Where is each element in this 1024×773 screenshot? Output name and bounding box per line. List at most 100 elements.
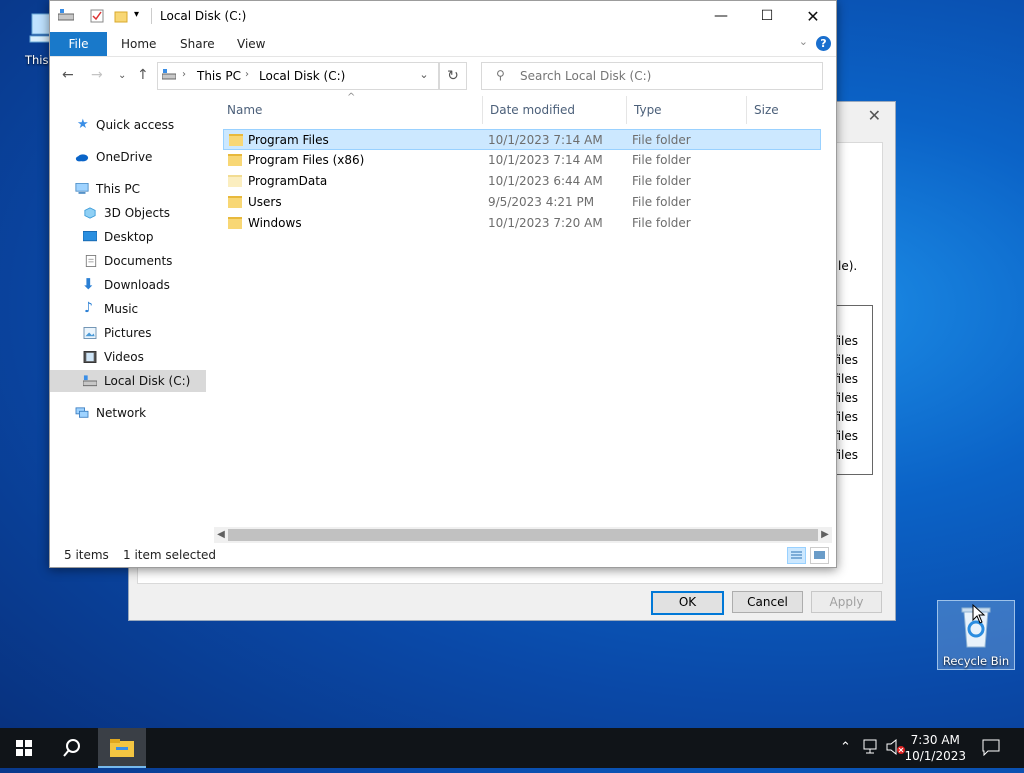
up-arrow-icon[interactable]: ↑	[137, 67, 149, 83]
network-tray-icon[interactable]	[862, 739, 880, 759]
minimize-icon[interactable]: —	[698, 1, 744, 32]
nav-item-music[interactable]: ♪ Music	[50, 298, 206, 320]
search-icon: ⚲	[496, 68, 505, 82]
title-divider	[151, 8, 152, 24]
nav-item-this-pc[interactable]: This PC	[50, 178, 206, 200]
properties-icon[interactable]	[90, 9, 104, 26]
list-item: files	[833, 372, 858, 386]
search-box[interactable]: ⚲	[481, 62, 823, 90]
column-header-type[interactable]: Type	[627, 96, 747, 124]
chevron-up-icon[interactable]: ⌃	[840, 740, 851, 755]
column-header-name[interactable]: Name	[220, 96, 483, 124]
nav-label: Documents	[104, 254, 173, 268]
chevron-right-icon[interactable]: ›	[182, 69, 186, 80]
close-icon[interactable]: ✕	[868, 106, 881, 125]
cloud-icon	[75, 154, 89, 162]
cancel-button[interactable]: Cancel	[732, 591, 803, 613]
forward-arrow-icon[interactable]: →	[91, 67, 103, 83]
column-header-size[interactable]: Size	[747, 96, 827, 124]
search-input[interactable]	[518, 66, 812, 86]
list-item: files	[833, 410, 858, 424]
window-title: Local Disk (C:)	[160, 9, 247, 23]
recent-locations-icon[interactable]: ⌄	[118, 70, 126, 81]
tab-view[interactable]: View	[237, 32, 265, 56]
clock-date: 10/1/2023	[904, 749, 966, 763]
file-name: Program Files (x86)	[248, 153, 365, 167]
ribbon-tabs: File Home Share View ⌄ ?	[50, 32, 836, 57]
file-date: 10/1/2023 6:44 AM	[488, 174, 603, 188]
file-type: File folder	[632, 195, 691, 209]
scroll-right-icon[interactable]: ▶	[818, 527, 832, 543]
nav-label: Quick access	[96, 118, 175, 132]
help-icon[interactable]: ?	[816, 36, 831, 51]
film-icon	[83, 351, 97, 363]
desktop-icon	[83, 231, 97, 242]
computer-icon	[75, 183, 89, 194]
tab-file[interactable]: File	[50, 32, 107, 56]
file-row[interactable]: ProgramData 10/1/2023 6:44 AM File folde…	[223, 171, 821, 192]
star-icon: ★	[77, 117, 89, 132]
file-date: 9/5/2023 4:21 PM	[488, 195, 595, 209]
nav-item-videos[interactable]: Videos	[50, 346, 206, 368]
apply-button[interactable]: Apply	[811, 591, 882, 613]
close-icon[interactable]: ✕	[790, 1, 836, 32]
nav-item-downloads[interactable]: ⬇ Downloads	[50, 274, 206, 296]
list-item: files	[833, 391, 858, 405]
horizontal-scrollbar[interactable]: ◀ ▶	[214, 527, 832, 543]
taskbar: ⌃ 7:30 AM 10/1/2023	[0, 728, 1024, 768]
file-row[interactable]: Program Files 10/1/2023 7:14 AM File fol…	[223, 129, 821, 150]
file-name: ProgramData	[248, 174, 328, 188]
file-row[interactable]: Program Files (x86) 10/1/2023 7:14 AM Fi…	[223, 150, 821, 171]
ok-button[interactable]: OK	[651, 591, 724, 615]
refresh-icon[interactable]: ↻	[439, 62, 467, 90]
chevron-right-icon[interactable]: ›	[245, 69, 249, 80]
title-bar[interactable]: ▾ Local Disk (C:) — ☐ ✕	[50, 1, 836, 32]
address-dropdown-icon[interactable]: ⌄	[412, 62, 436, 88]
list-item: files	[833, 334, 858, 348]
network-icon	[75, 407, 89, 418]
status-bar: 5 items 1 item selected	[50, 545, 836, 566]
nav-label: 3D Objects	[104, 206, 171, 220]
document-icon	[85, 255, 97, 267]
notification-center-icon[interactable]	[982, 738, 1000, 760]
windows-logo-icon	[16, 740, 32, 756]
column-header-date-modified[interactable]: Date modified	[483, 96, 627, 124]
new-folder-icon[interactable]	[114, 9, 128, 26]
nav-item-quick-access[interactable]: ★ Quick access	[50, 114, 206, 136]
breadcrumb-local-disk[interactable]: Local Disk (C:)	[259, 69, 345, 83]
address-bar[interactable]: › This PC › Local Disk (C:)	[157, 62, 439, 90]
maximize-icon[interactable]: ☐	[744, 1, 790, 32]
tab-share[interactable]: Share	[180, 32, 215, 56]
scrollbar-thumb[interactable]	[228, 529, 818, 541]
file-type: File folder	[632, 153, 691, 167]
back-arrow-icon[interactable]: ←	[62, 67, 74, 83]
nav-item-documents[interactable]: Documents	[50, 250, 206, 272]
nav-item-local-disk[interactable]: Local Disk (C:)	[50, 370, 206, 392]
file-row[interactable]: Users 9/5/2023 4:21 PM File folder	[223, 192, 821, 213]
volume-muted-icon[interactable]	[886, 738, 906, 759]
nav-item-3d-objects[interactable]: 3D Objects	[50, 202, 206, 224]
ribbon-expand-icon[interactable]: ⌄	[799, 35, 808, 48]
nav-item-pictures[interactable]: Pictures	[50, 322, 206, 344]
customize-toolbar-icon[interactable]: ▾	[134, 9, 139, 20]
drive-icon	[57, 9, 75, 24]
list-item: files	[833, 353, 858, 367]
nav-label: Desktop	[104, 230, 154, 244]
nav-label: Music	[104, 302, 139, 316]
large-icons-view-icon[interactable]	[810, 547, 829, 564]
list-item: files	[833, 429, 858, 443]
taskbar-file-explorer[interactable]	[98, 728, 146, 768]
file-row[interactable]: Windows 10/1/2023 7:20 AM File folder	[223, 213, 821, 234]
nav-label: OneDrive	[96, 150, 153, 164]
folder-icon	[228, 196, 242, 208]
details-view-icon[interactable]	[787, 547, 806, 564]
clock[interactable]: 7:30 AM 10/1/2023	[904, 732, 966, 764]
nav-item-onedrive[interactable]: OneDrive	[50, 146, 206, 168]
nav-item-network[interactable]: Network	[50, 402, 206, 424]
breadcrumb-this-pc[interactable]: This PC	[197, 69, 241, 83]
start-button[interactable]	[0, 728, 48, 768]
tab-home[interactable]: Home	[121, 32, 156, 56]
search-button[interactable]	[48, 728, 96, 768]
nav-item-desktop[interactable]: Desktop	[50, 226, 206, 248]
scroll-left-icon[interactable]: ◀	[214, 527, 228, 543]
